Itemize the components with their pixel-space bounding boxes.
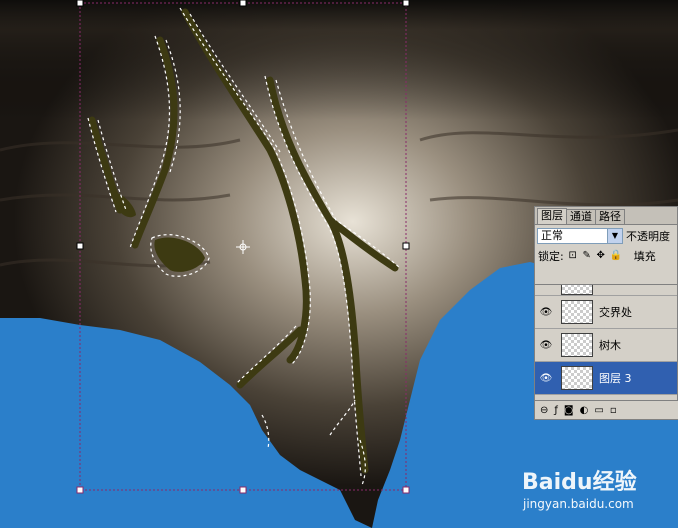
tab-layers[interactable]: 图层 bbox=[537, 208, 567, 224]
opacity-label: 不透明度 bbox=[626, 230, 670, 243]
handle-top-left bbox=[76, 0, 84, 7]
panel-bottom-toolbar: ⊖ ƒ ◙ ◐ ▭ ▫ bbox=[535, 400, 678, 419]
eye-icon[interactable]: 👁 bbox=[535, 307, 557, 318]
layer-row-shumu[interactable]: 👁 树木 bbox=[535, 329, 677, 362]
lock-transparency-icon[interactable]: ⊡ bbox=[568, 251, 578, 261]
adjustment-layer-icon[interactable]: ◐ bbox=[580, 405, 589, 416]
handle-mid-left bbox=[76, 242, 84, 250]
tab-paths[interactable]: 路径 bbox=[595, 209, 625, 224]
lock-all-icon[interactable]: 🔒 bbox=[610, 251, 622, 261]
layer-row-jiaojiechu[interactable]: 👁 交界处 bbox=[535, 296, 677, 329]
handle-bottom-left bbox=[76, 486, 84, 494]
layer-mask-icon[interactable]: ◙ bbox=[564, 405, 574, 416]
blend-mode-select[interactable]: 正常 ▼ bbox=[537, 228, 623, 244]
lock-brush-icon[interactable]: ✎ bbox=[582, 251, 592, 261]
eye-icon[interactable]: 👁 bbox=[535, 340, 557, 351]
layer-thumbnail bbox=[561, 366, 593, 390]
layer-row-partial[interactable] bbox=[535, 285, 677, 296]
handle-top-right bbox=[402, 0, 410, 7]
layer-thumbnail bbox=[561, 285, 593, 295]
handle-bottom-mid bbox=[239, 486, 247, 494]
panel-tabs: 图层 通道 路径 bbox=[535, 207, 677, 225]
chevron-down-icon[interactable]: ▼ bbox=[607, 229, 622, 243]
layers-list: 👁 交界处 👁 树木 👁 图层 3 bbox=[535, 284, 677, 402]
layer-row-tuceng3[interactable]: 👁 图层 3 bbox=[535, 362, 677, 395]
handle-bottom-right bbox=[402, 486, 410, 494]
handle-top-mid bbox=[239, 0, 247, 7]
fill-label: 填充 bbox=[633, 250, 656, 263]
layers-panel: 图层 通道 路径 正常 ▼ 不透明度 锁定: ⊡ ✎ ✥ 🔒 填充 👁 交界处 … bbox=[534, 206, 678, 420]
handle-mid-right bbox=[402, 242, 410, 250]
watermark-logo: Baidu经验 bbox=[522, 470, 637, 495]
lock-label: 锁定: bbox=[538, 250, 564, 263]
layer-name: 交界处 bbox=[599, 306, 632, 319]
layer-style-icon[interactable]: ƒ bbox=[554, 405, 558, 416]
layer-name: 图层 3 bbox=[599, 372, 632, 385]
watermark-url: jingyan.baidu.com bbox=[523, 497, 634, 511]
blend-mode-value: 正常 bbox=[541, 229, 563, 242]
lock-move-icon[interactable]: ✥ bbox=[596, 251, 606, 261]
new-group-icon[interactable]: ▭ bbox=[594, 405, 603, 416]
new-layer-icon[interactable]: ▫ bbox=[610, 405, 617, 416]
layer-thumbnail bbox=[561, 300, 593, 324]
tab-channels[interactable]: 通道 bbox=[566, 209, 596, 224]
eye-icon[interactable]: 👁 bbox=[535, 373, 557, 384]
link-layers-icon[interactable]: ⊖ bbox=[540, 405, 548, 416]
layer-name: 树木 bbox=[599, 339, 621, 352]
layer-thumbnail bbox=[561, 333, 593, 357]
